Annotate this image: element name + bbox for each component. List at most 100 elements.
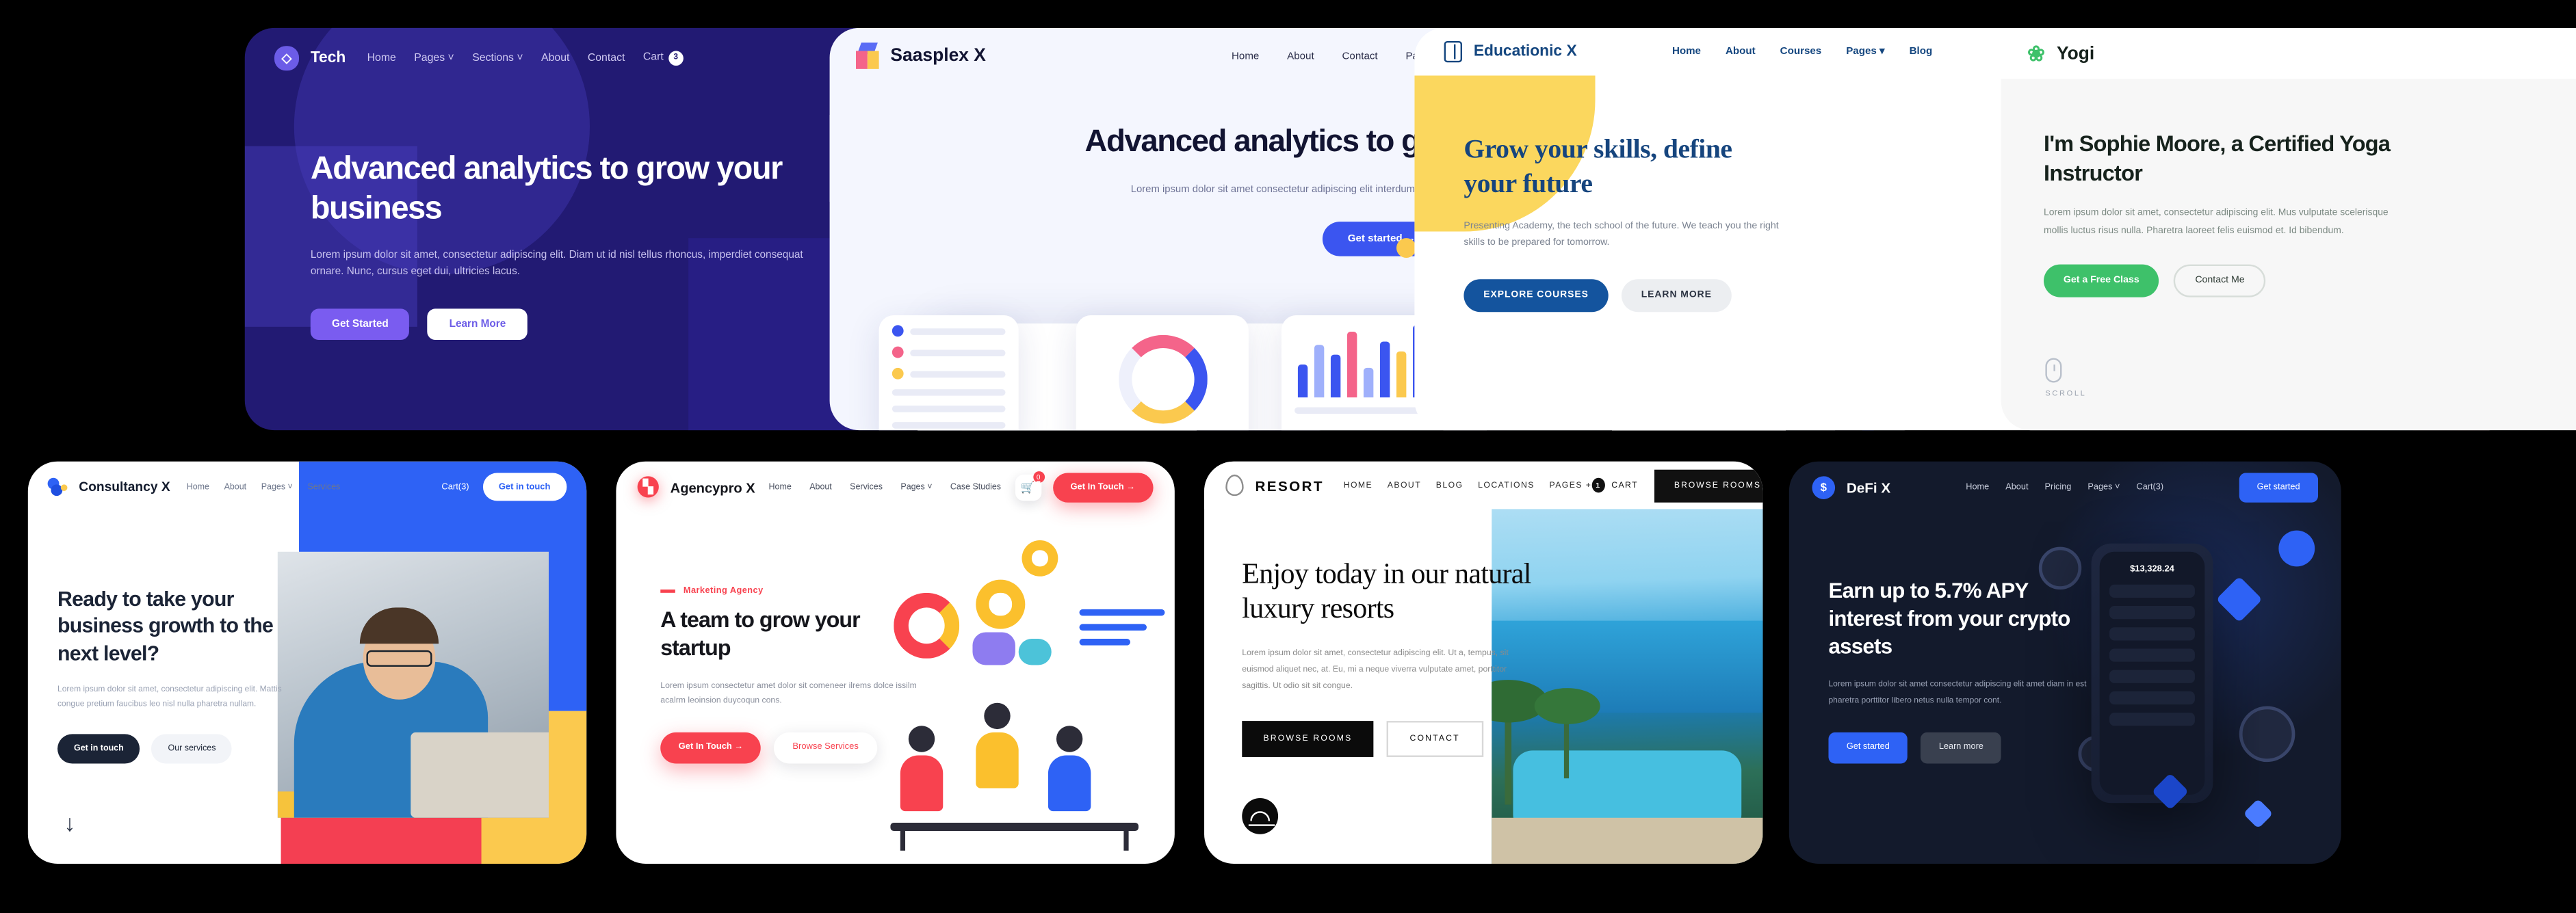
hero-headline: A team to grow your startup [660, 607, 860, 660]
nav-link-pages[interactable]: Pages ˅ [900, 482, 932, 492]
cube-shape [2243, 798, 2274, 829]
template-card-resort[interactable]: RESORT HOME ABOUT BLOG LOCATIONS PAGES +… [1204, 461, 1763, 864]
shopping-cart-icon[interactable]: 🛒 0 [1014, 470, 1045, 501]
nav-link-pages[interactable]: PAGES + [1550, 480, 1592, 490]
cart-label[interactable]: Cart(3) [441, 482, 469, 492]
primary-cta-button[interactable]: Get started [1828, 732, 1908, 764]
primary-cta-button[interactable]: Get a Free Class [2044, 263, 2159, 297]
cart-label: CART [1611, 480, 1639, 490]
service-bell-icon[interactable] [1242, 797, 1279, 834]
nav-link-about[interactable]: About [541, 52, 569, 64]
primary-cta-button[interactable]: EXPLORE COURSES [1463, 280, 1609, 313]
primary-cta-button[interactable]: Get Started [310, 308, 410, 340]
secondary-cta-button[interactable]: CONTACT [1386, 722, 1483, 758]
brand-logo[interactable]: ◇ Tech [274, 45, 346, 70]
secondary-cta-button[interactable]: Contact Me [2174, 263, 2266, 297]
brand-name: Agencypro X [670, 478, 755, 495]
secondary-cta-button[interactable]: Learn more [1921, 732, 2002, 764]
hero-headline: Grow your skills, define your future [1463, 133, 1732, 199]
nav-link-pages[interactable]: Pages ▾ [1846, 46, 1884, 57]
brand-logo[interactable]: RESORT [1225, 474, 1324, 497]
nav-link-case-studies[interactable]: Case Studies [950, 482, 1001, 492]
gear-icon [976, 579, 1026, 629]
nav-link-services[interactable]: Services [850, 482, 883, 492]
nav-link-pages[interactable]: Pages ˅ [2087, 483, 2120, 492]
template-card-agencypro[interactable]: ▚ Agencypro X Home About Services Pages … [616, 461, 1175, 864]
brand-logo[interactable]: $ DeFi X [1812, 476, 1890, 499]
nav-link-home[interactable]: Home [367, 52, 396, 64]
leaf-icon [1225, 474, 1244, 497]
nav-link-about[interactable]: About [1726, 46, 1756, 57]
primary-cta-button[interactable]: BROWSE ROOMS [1242, 722, 1374, 758]
template-card-yogi[interactable]: ❀ Yogi Home Pages ˅ Shop ˅ About Blog Co… [2001, 27, 2576, 431]
nav-link-cart[interactable]: Cart 3 [643, 50, 684, 65]
hero-headline: Enjoy today in our natural luxury resort… [1242, 556, 1531, 625]
nav-link-about[interactable]: About [224, 482, 247, 492]
nav-links: Home About Pages ˅ Services [187, 482, 341, 492]
get-in-touch-button[interactable]: Get In Touch → [1052, 472, 1154, 502]
hero-paragraph: Presenting Academy, the tech school of t… [1463, 221, 1779, 249]
get-started-button[interactable]: Get started [2239, 473, 2318, 503]
navbar: RESORT HOME ABOUT BLOG LOCATIONS PAGES +… [1204, 461, 1763, 510]
nav-link-home[interactable]: Home [1966, 483, 1989, 492]
secondary-cta-button[interactable]: Our services [151, 734, 233, 764]
nav-link-pages[interactable]: Pages ˅ [261, 482, 293, 492]
nav-link-pages[interactable]: Pages ˅ [414, 52, 454, 64]
nav-link-home[interactable]: Home [769, 482, 792, 492]
nav-link-sections[interactable]: Sections ˅ [472, 52, 523, 64]
navbar: ▚ Agencypro X Home About Services Pages … [616, 462, 1174, 512]
nav-link-home[interactable]: Home [1672, 46, 1701, 57]
nav-link-blog[interactable]: BLOG [1436, 480, 1463, 490]
gear-icon [1022, 540, 1058, 577]
secondary-cta-button[interactable]: Browse Services [774, 732, 877, 764]
nav-link-about[interactable]: About [2005, 483, 2028, 492]
hero-content: Ready to take your business growth to th… [57, 586, 291, 764]
nav-link-courses[interactable]: Courses [1780, 46, 1822, 57]
nav-link-home[interactable]: Home [1232, 50, 1259, 62]
secondary-cta-button[interactable]: Learn More [428, 308, 528, 340]
nav-link-blog[interactable]: Blog [1910, 46, 1933, 57]
nav-link-pricing[interactable]: Pricing [2044, 483, 2071, 492]
get-in-touch-button[interactable]: Get in touch [482, 473, 567, 501]
brand-logo[interactable]: Consultancy X [47, 477, 170, 497]
navbar: $ DeFi X Home About Pricing Pages ˅ Cart… [1789, 462, 2341, 514]
nav-link-locations[interactable]: LOCATIONS [1478, 480, 1535, 490]
cube-icon [855, 42, 879, 69]
brand-logo[interactable]: Educationic X [1444, 41, 1577, 63]
hero-content: Advanced analytics to grow your business… [310, 151, 803, 340]
arrow-down-icon[interactable]: ↓ [64, 811, 76, 834]
browse-rooms-button[interactable]: BROWSE ROOMS [1654, 468, 1763, 502]
template-card-defi[interactable]: $ DeFi X Home About Pricing Pages ˅ Cart… [1788, 461, 2341, 864]
nav-link-home[interactable]: Home [187, 482, 209, 492]
template-gallery: ◇ Tech Home Pages ˅ Sections ˅ About Con… [0, 0, 2576, 913]
nav-link-about[interactable]: ABOUT [1388, 480, 1421, 490]
hero-content: Grow your skills, define your future Pre… [1463, 133, 1786, 313]
chat-bubble-icon [972, 632, 1015, 665]
brand-logo[interactable]: ▚ Agencypro X [637, 476, 755, 498]
primary-cta-button[interactable]: Get In Touch → [660, 732, 762, 764]
nav-link-services[interactable]: Services [307, 482, 340, 492]
secondary-cta-button[interactable]: LEARN MORE [1621, 280, 1732, 313]
nav-link-about[interactable]: About [1287, 50, 1314, 62]
nav-link-contact[interactable]: Contact [1342, 50, 1378, 62]
navbar: ❀ Yogi Home Pages ˅ Shop ˅ About Blog Co… [2001, 27, 2576, 79]
person-figure [1048, 726, 1091, 812]
primary-cta-button[interactable]: Get in touch [57, 734, 140, 764]
lotus-icon: ❀ [2027, 41, 2046, 66]
nav-link-contact[interactable]: Contact [588, 52, 625, 64]
cart-badge: 3 [668, 50, 684, 65]
brand-name: Tech [310, 48, 346, 67]
nav-links: Home Pages ˅ Sections ˅ About Contact Ca… [367, 50, 684, 65]
hero-content: Earn up to 5.7% APY interest from your c… [1828, 577, 2104, 764]
scroll-indicator[interactable]: SCROLL [2045, 358, 2086, 397]
template-card-consultancy[interactable]: Consultancy X Home About Pages ˅ Service… [27, 461, 587, 864]
nav-link-cart[interactable]: Cart(3) [2137, 483, 2164, 492]
brand-logo[interactable]: ❀ Yogi [2027, 42, 2094, 64]
cart-area[interactable]: 1 CART [1591, 477, 1639, 493]
nav-link-about[interactable]: About [809, 482, 832, 492]
brand-logo[interactable]: Saasplex X [855, 42, 986, 69]
eyebrow-label: Marketing Agency [683, 586, 764, 596]
nav-link-home[interactable]: HOME [1344, 480, 1372, 490]
crypto-coin-icon [2239, 706, 2295, 763]
hero-content: Enjoy today in our natural luxury resort… [1242, 557, 1595, 758]
